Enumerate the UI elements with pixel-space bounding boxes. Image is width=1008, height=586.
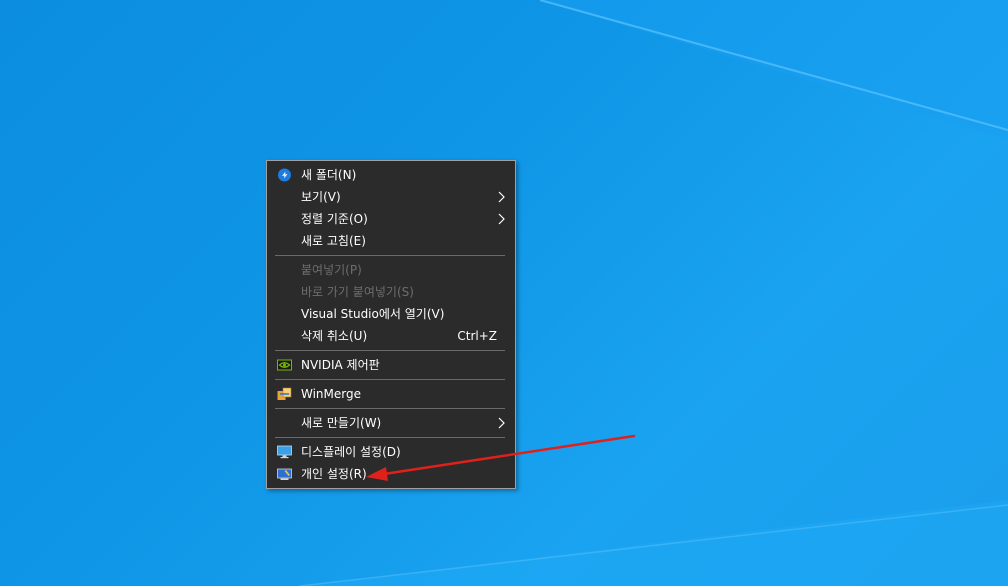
menu-item-refresh[interactable]: 새로 고침(E) xyxy=(267,230,515,252)
nvidia-icon xyxy=(277,359,292,371)
menu-item-label: 정렬 기준(O) xyxy=(301,212,368,226)
menu-item-winmerge[interactable]: WinMerge xyxy=(267,383,515,405)
menu-item-label: 보기(V) xyxy=(301,190,341,204)
desktop-context-menu: 새 폴더(N) 보기(V) 정렬 기준(O) 새로 고침(E) 붙여넣기(P) … xyxy=(266,160,516,489)
menu-separator xyxy=(275,255,505,256)
chevron-right-icon xyxy=(498,213,505,225)
menu-separator xyxy=(275,408,505,409)
menu-item-open-in-visual-studio[interactable]: Visual Studio에서 열기(V) xyxy=(267,303,515,325)
menu-item-shortcut: Ctrl+Z xyxy=(457,329,497,343)
menu-item-label: 새 폴더(N) xyxy=(301,168,357,182)
menu-item-new[interactable]: 새로 만들기(W) xyxy=(267,412,515,434)
desktop-background[interactable]: 새 폴더(N) 보기(V) 정렬 기준(O) 새로 고침(E) 붙여넣기(P) … xyxy=(0,0,1008,586)
menu-item-label: 새로 고침(E) xyxy=(301,234,366,248)
menu-item-label: NVIDIA 제어판 xyxy=(301,358,380,372)
menu-item-paste-shortcut[interactable]: 바로 가기 붙여넣기(S) xyxy=(267,281,515,303)
menu-item-new-folder[interactable]: 새 폴더(N) xyxy=(267,164,515,186)
menu-separator xyxy=(275,379,505,380)
shield-icon xyxy=(278,168,291,182)
menu-item-view[interactable]: 보기(V) xyxy=(267,186,515,208)
menu-item-label: 바로 가기 붙여넣기(S) xyxy=(301,285,414,299)
menu-item-label: 새로 만들기(W) xyxy=(301,416,382,430)
winmerge-icon xyxy=(277,387,292,400)
menu-item-label: Visual Studio에서 열기(V) xyxy=(301,307,445,321)
chevron-right-icon xyxy=(498,417,505,429)
menu-separator xyxy=(275,437,505,438)
menu-item-label: 삭제 취소(U) xyxy=(301,329,368,343)
menu-item-label: WinMerge xyxy=(301,387,361,401)
menu-item-label: 붙여넣기(P) xyxy=(301,263,362,277)
menu-item-paste[interactable]: 붙여넣기(P) xyxy=(267,259,515,281)
menu-separator xyxy=(275,350,505,351)
menu-item-undo-delete[interactable]: 삭제 취소(U) Ctrl+Z xyxy=(267,325,515,347)
menu-item-label: 개인 설정(R) xyxy=(301,467,367,481)
personalize-icon xyxy=(277,468,292,480)
monitor-icon xyxy=(277,445,292,459)
menu-item-sort-by[interactable]: 정렬 기준(O) xyxy=(267,208,515,230)
menu-item-display-settings[interactable]: 디스플레이 설정(D) xyxy=(267,441,515,463)
menu-item-label: 디스플레이 설정(D) xyxy=(301,445,401,459)
menu-item-personalize[interactable]: 개인 설정(R) xyxy=(267,463,515,485)
menu-item-nvidia-control-panel[interactable]: NVIDIA 제어판 xyxy=(267,354,515,376)
chevron-right-icon xyxy=(498,191,505,203)
